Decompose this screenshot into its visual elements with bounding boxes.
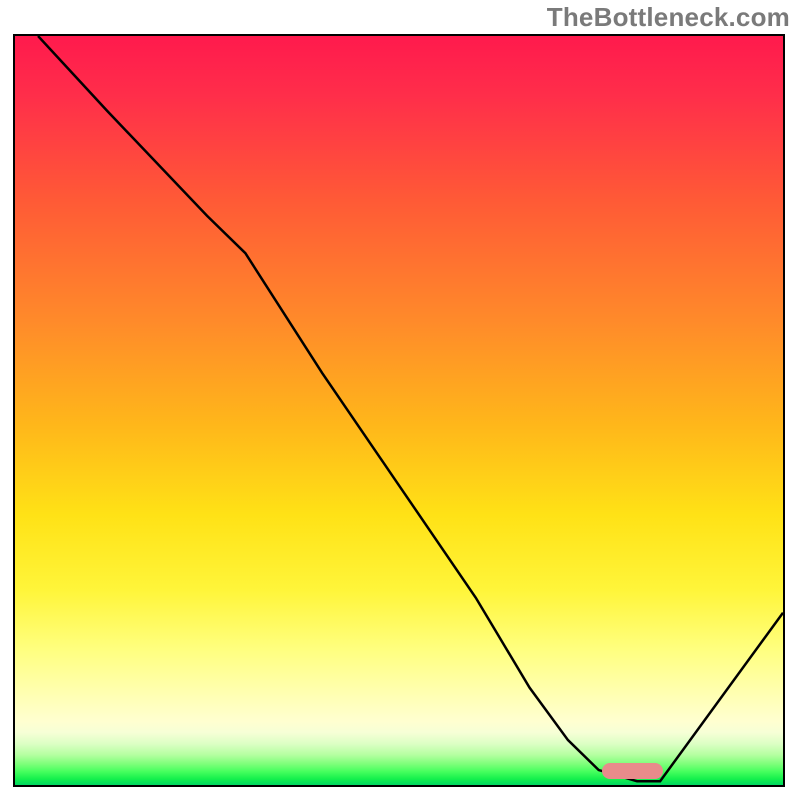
plot-area xyxy=(13,34,785,787)
optimal-range-marker xyxy=(602,763,664,779)
chart-container: TheBottleneck.com xyxy=(0,0,800,800)
watermark-text: TheBottleneck.com xyxy=(547,2,790,33)
heat-gradient xyxy=(15,36,783,785)
